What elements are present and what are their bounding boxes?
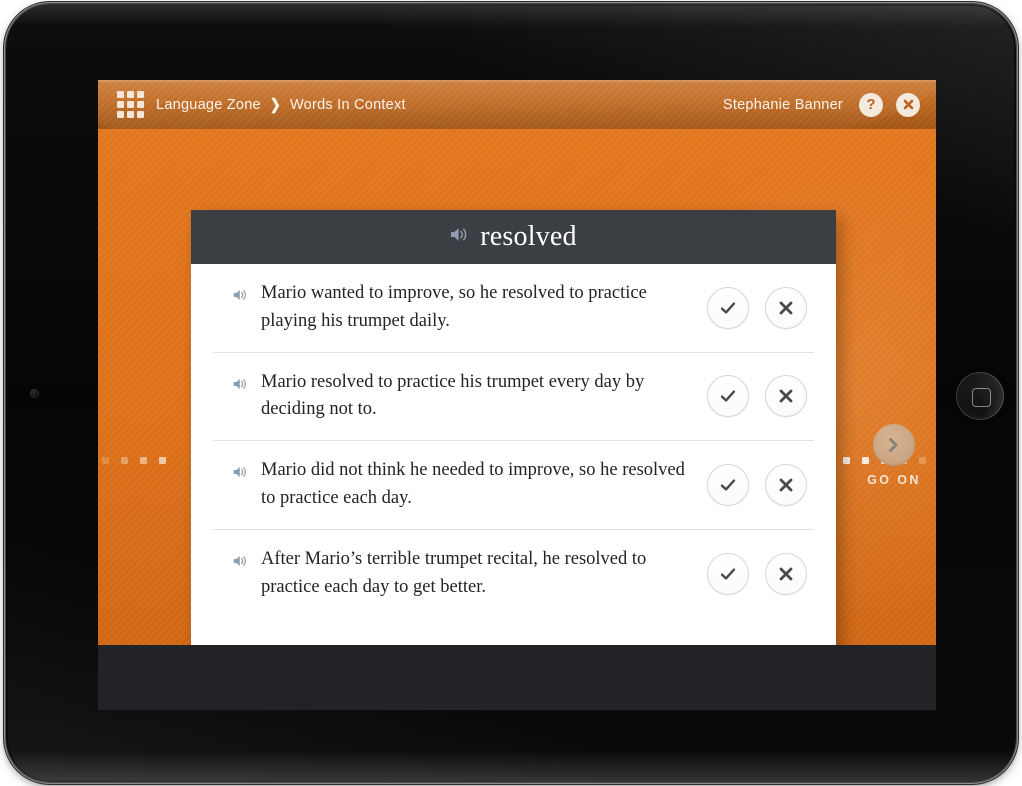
bottom-bar <box>98 645 936 710</box>
grid-cell <box>126 100 134 108</box>
reject-button[interactable] <box>765 463 807 506</box>
breadcrumb-item-words-in-context[interactable]: Words In Context <box>290 97 406 113</box>
answer-list: Mario wanted to improve, so he resolved … <box>191 264 836 618</box>
speaker-icon[interactable] <box>233 288 248 307</box>
answer-actions <box>707 463 811 506</box>
app-header: Language Zone ❯ Words In Context Stephan… <box>98 80 936 129</box>
grid-cell <box>136 90 144 98</box>
answer-row: Mario wanted to improve, so he resolved … <box>213 264 814 353</box>
accept-button[interactable] <box>707 552 749 595</box>
progress-dot <box>159 457 166 464</box>
question-card: resolved Mario wanted to improve, so he … <box>191 210 836 645</box>
answer-actions <box>707 375 811 418</box>
grid-menu-icon[interactable] <box>114 89 146 119</box>
accept-button[interactable] <box>707 286 749 329</box>
answer-text: Mario did not think he needed to improve… <box>261 460 685 508</box>
header-right-group: Stephanie Banner ? <box>723 80 920 129</box>
target-word: resolved <box>480 221 577 252</box>
grid-cell <box>126 110 134 118</box>
card-titlebar: resolved <box>191 210 836 264</box>
accept-button[interactable] <box>707 463 749 506</box>
answer-row: Mario did not think he needed to improve… <box>213 441 814 530</box>
speaker-icon[interactable] <box>233 554 248 573</box>
answer-row: After Mario’s terrible trumpet recital, … <box>213 530 814 619</box>
speaker-icon[interactable] <box>233 377 248 396</box>
progress-dot <box>121 457 128 464</box>
grid-cell <box>116 90 124 98</box>
progress-dot <box>140 457 147 464</box>
grid-cell <box>136 100 144 108</box>
breadcrumb-separator-icon: ❯ <box>269 95 281 113</box>
close-icon[interactable] <box>896 92 920 117</box>
grid-cell <box>126 90 134 98</box>
tablet-device: Language Zone ❯ Words In Context Stephan… <box>6 4 1016 782</box>
content-stage: GO ON resolved Mario wanted to improve, … <box>98 129 936 645</box>
grid-cell <box>136 110 144 118</box>
tablet-screen: Language Zone ❯ Words In Context Stephan… <box>98 80 936 710</box>
go-on-button[interactable]: GO ON <box>840 424 936 487</box>
front-camera <box>30 389 39 398</box>
grid-cell <box>116 110 124 118</box>
answer-text: Mario resolved to practice his trumpet e… <box>261 371 645 420</box>
go-on-label: GO ON <box>867 473 921 487</box>
breadcrumb: Language Zone ❯ Words In Context <box>156 80 406 129</box>
home-button[interactable] <box>956 372 1004 420</box>
help-icon[interactable]: ? <box>859 92 883 117</box>
help-glyph: ? <box>866 96 876 113</box>
answer-actions <box>707 552 811 595</box>
go-on-circle <box>873 424 915 466</box>
reject-button[interactable] <box>765 375 807 418</box>
answer-row: Mario resolved to practice his trumpet e… <box>213 353 814 441</box>
answer-actions <box>707 286 811 329</box>
grid-cell <box>116 100 124 108</box>
speaker-icon[interactable] <box>450 226 469 248</box>
answer-text: Mario wanted to improve, so he resolved … <box>261 283 647 331</box>
answer-text: After Mario’s terrible trumpet recital, … <box>261 549 647 597</box>
breadcrumb-item-language-zone[interactable]: Language Zone <box>156 97 261 113</box>
progress-dot <box>102 457 109 464</box>
home-button-gloss <box>956 372 1004 420</box>
accept-button[interactable] <box>707 375 749 418</box>
reject-button[interactable] <box>765 286 807 329</box>
chevron-right-icon <box>889 438 898 452</box>
user-name-label: Stephanie Banner <box>722 96 843 113</box>
reject-button[interactable] <box>765 552 807 595</box>
speaker-icon[interactable] <box>233 465 248 484</box>
